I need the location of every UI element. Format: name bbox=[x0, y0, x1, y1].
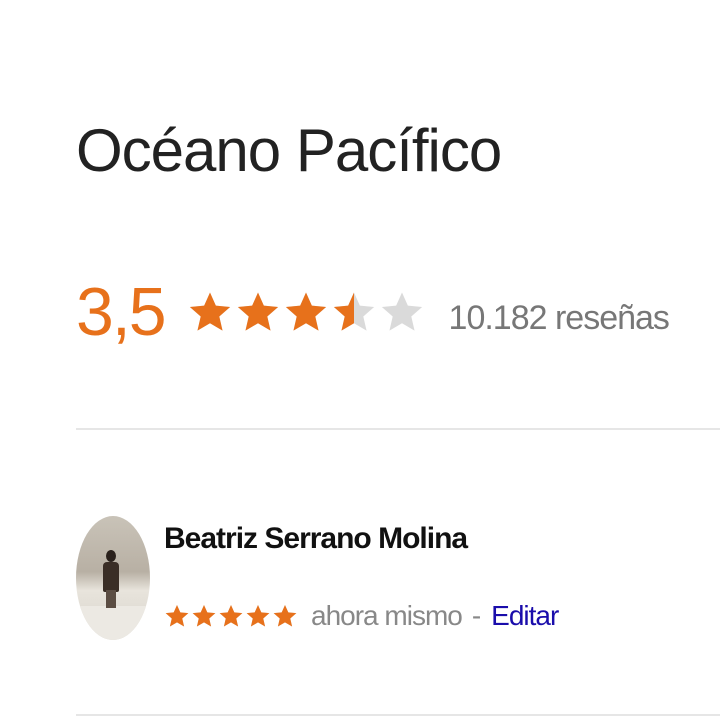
rating-star bbox=[283, 289, 329, 335]
rating-star bbox=[331, 289, 377, 335]
divider bbox=[76, 428, 720, 430]
rating-stars bbox=[187, 289, 427, 335]
star-icon bbox=[246, 604, 270, 627]
reviewer-name[interactable]: Beatriz Serrano Molina bbox=[164, 522, 468, 556]
place-title: Océano Pacífico bbox=[76, 117, 502, 184]
rating-star bbox=[379, 289, 425, 335]
star-icon bbox=[333, 292, 374, 331]
star-icon bbox=[189, 292, 230, 331]
review-stars bbox=[164, 603, 299, 629]
review-meta: ahora mismo - Editar bbox=[164, 600, 559, 632]
star-icon bbox=[219, 604, 243, 627]
place-review-panel: Océano Pacífico 3,5 10.182 reseñas Beatr… bbox=[0, 0, 720, 720]
review-time: ahora mismo bbox=[311, 600, 463, 631]
star-icon bbox=[273, 604, 297, 627]
star-icon bbox=[381, 292, 422, 331]
star-icon bbox=[192, 604, 216, 627]
rating-star bbox=[235, 289, 281, 335]
star-icon bbox=[165, 604, 189, 627]
rating-star bbox=[187, 289, 233, 335]
meta-separator: - bbox=[471, 600, 482, 631]
edit-review-link[interactable]: Editar bbox=[491, 600, 559, 632]
reviewer-avatar[interactable] bbox=[76, 516, 150, 640]
star-icon bbox=[237, 292, 278, 331]
divider bbox=[76, 714, 720, 716]
rating-summary: 3,5 10.182 reseñas bbox=[76, 262, 670, 362]
star-icon bbox=[285, 292, 326, 331]
rating-value: 3,5 bbox=[76, 274, 167, 350]
reviews-count-link[interactable]: 10.182 reseñas bbox=[449, 287, 670, 338]
